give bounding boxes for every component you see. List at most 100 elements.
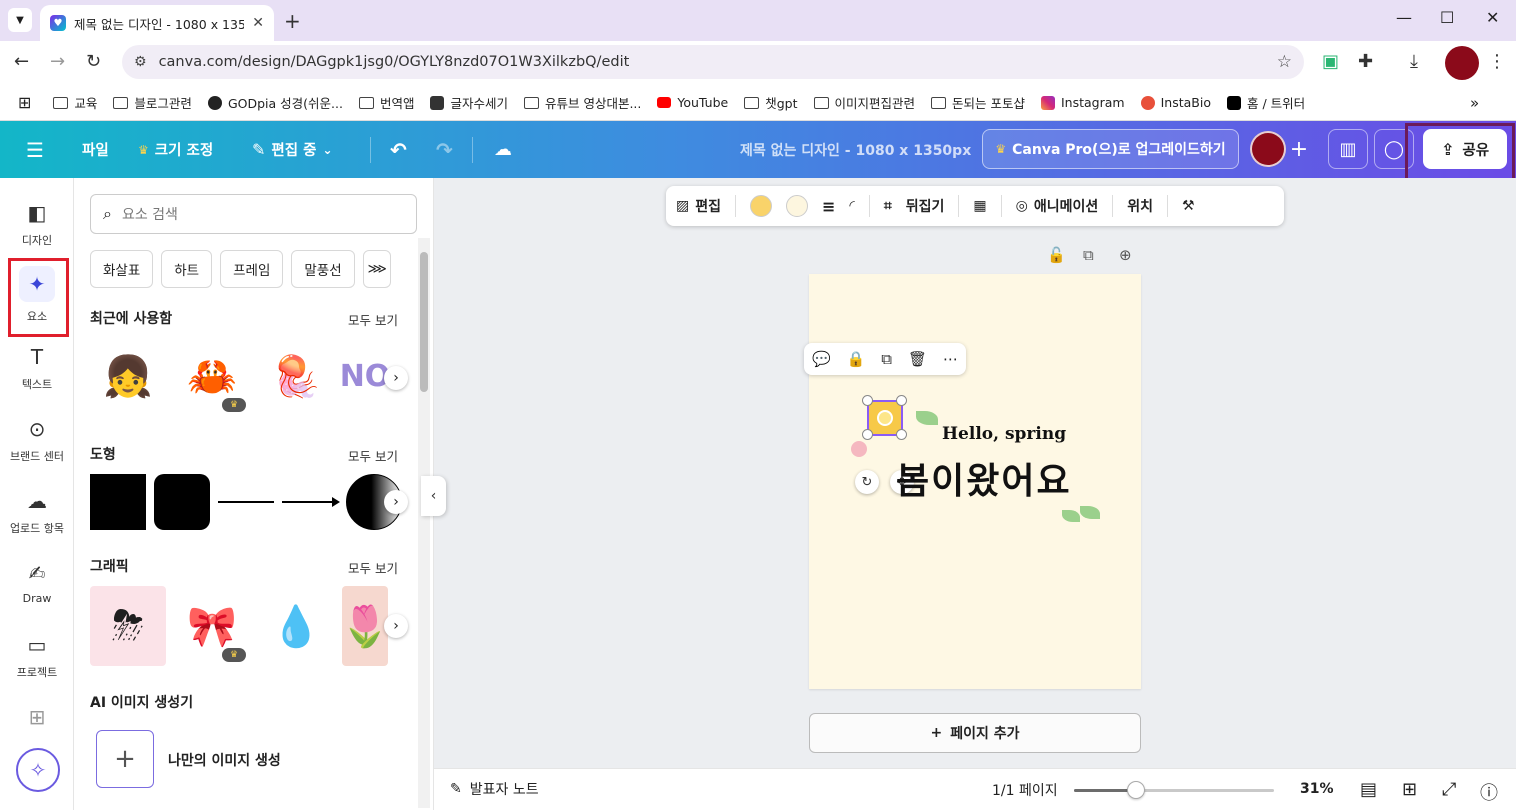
recent-next-icon[interactable]: ›: [384, 366, 408, 390]
sprout-graphic[interactable]: [1062, 510, 1080, 522]
shape-square[interactable]: [90, 474, 146, 530]
shape-line[interactable]: [218, 501, 274, 503]
presenter-notes-button[interactable]: ✎ 발표자 노트: [450, 779, 539, 799]
resize-button[interactable]: ♛ 크기 조정: [138, 121, 213, 178]
upgrade-pro-button[interactable]: ♛ Canva Pro(으)로 업그레이드하기: [982, 129, 1239, 169]
graphic-cloud-frame[interactable]: ⛈: [90, 586, 166, 666]
color-swatch-cream[interactable]: [786, 195, 808, 217]
rail-item-brand[interactable]: ⊙ 브랜드 센터: [0, 416, 74, 464]
bookmark-link[interactable]: GODpia 성경(쉬운...: [207, 93, 343, 112]
recent-item-crab[interactable]: 🦀 ♛: [174, 336, 250, 416]
extensions-puzzle-icon[interactable]: ✚: [1358, 51, 1373, 72]
duplicate-page-icon[interactable]: ⧉: [1083, 246, 1094, 264]
duplicate-icon[interactable]: ⧉: [881, 350, 892, 368]
back-icon[interactable]: ←: [14, 51, 29, 72]
animate-button[interactable]: ◎ 애니메이션: [1016, 196, 1099, 216]
pink-flower-graphic[interactable]: [851, 441, 867, 457]
new-tab-button[interactable]: +: [284, 9, 301, 33]
graphic-partial[interactable]: 🌷: [342, 586, 388, 666]
page-lock-icon[interactable]: 🔓: [1047, 246, 1066, 264]
recent-item-jellyfish[interactable]: 🪼: [258, 336, 334, 416]
recent-item-girl[interactable]: 👧: [90, 336, 166, 416]
chip-speech-bubble[interactable]: 말풍선: [291, 250, 355, 288]
document-title[interactable]: 제목 없는 디자인 - 1080 x 1350px: [740, 121, 971, 178]
chip-frame[interactable]: 프레임: [220, 250, 284, 288]
main-menu-icon[interactable]: ☰: [26, 121, 44, 178]
redo-icon[interactable]: ↷: [436, 121, 453, 178]
file-menu[interactable]: 파일: [82, 121, 109, 178]
shape-rounded-square[interactable]: [154, 474, 210, 530]
apps-grid-icon[interactable]: ⊞: [18, 93, 31, 112]
rail-item-text[interactable]: T 텍스트: [0, 344, 74, 392]
bookmark-link[interactable]: 홈 / 트위터: [1226, 93, 1305, 112]
bookmark-star-icon[interactable]: ☆: [1277, 52, 1292, 72]
position-button[interactable]: 위치: [1127, 196, 1153, 216]
site-info-icon[interactable]: ⚙: [134, 54, 147, 70]
bookmark-folder[interactable]: 돈되는 포토샵: [931, 93, 1025, 112]
help-icon[interactable]: ⓘ: [1480, 779, 1498, 805]
recent-see-all[interactable]: 모두 보기: [348, 310, 398, 329]
transparency-icon[interactable]: ▦: [973, 198, 986, 214]
extension-icon[interactable]: ▣: [1322, 51, 1339, 72]
insights-chart-icon[interactable]: ▥: [1328, 129, 1368, 169]
rail-item-design[interactable]: ◧ 디자인: [0, 200, 74, 248]
graphics-see-all[interactable]: 모두 보기: [348, 558, 398, 577]
resize-handle[interactable]: [862, 429, 873, 440]
resize-handle[interactable]: [896, 429, 907, 440]
chip-heart[interactable]: 하트: [161, 250, 213, 288]
page-view-icon[interactable]: ▤: [1360, 779, 1377, 800]
add-page-icon[interactable]: ⊕: [1119, 246, 1132, 264]
bookmark-folder[interactable]: 교육: [53, 93, 97, 112]
resize-handle[interactable]: [896, 395, 907, 406]
add-page-button[interactable]: + 페이지 추가: [809, 713, 1141, 753]
ai-generate-plus-icon[interactable]: +: [96, 730, 154, 788]
cloud-saved-icon[interactable]: ☁: [494, 121, 512, 178]
graphics-next-icon[interactable]: ›: [384, 614, 408, 638]
bookmark-link[interactable]: InstaBio: [1140, 95, 1211, 110]
lock-icon[interactable]: 🔒: [847, 350, 866, 368]
browser-menu-icon[interactable]: ⋮: [1488, 51, 1506, 72]
flip-button[interactable]: 뒤집기: [906, 196, 945, 216]
shapes-next-icon[interactable]: ›: [384, 490, 408, 514]
element-search-input[interactable]: ⌕ 요소 검색: [90, 194, 417, 234]
bookmark-folder[interactable]: 이미지편집관련: [813, 93, 915, 112]
address-bar[interactable]: ⚙ canva.com/design/DAGgpk1jsg0/OGYLY8nzd…: [122, 45, 1304, 79]
bookmark-link[interactable]: YouTube: [657, 95, 728, 110]
korean-title-text[interactable]: 봄이왔어요: [896, 452, 1072, 504]
panel-scrollbar-thumb[interactable]: [420, 252, 428, 392]
border-style-icon[interactable]: ≡: [822, 197, 835, 216]
crop-icon[interactable]: ⌗: [884, 198, 892, 214]
ai-generate-label[interactable]: 나만의 이미지 생성: [168, 750, 281, 770]
browser-profile-avatar[interactable]: [1445, 46, 1479, 80]
shape-arrow[interactable]: [282, 497, 340, 507]
grid-view-icon[interactable]: ⊞: [1402, 779, 1417, 800]
fullscreen-icon[interactable]: ⤢: [1442, 779, 1456, 800]
shapes-see-all[interactable]: 모두 보기: [348, 446, 398, 465]
color-swatch-yellow[interactable]: [750, 195, 772, 217]
paint-roller-icon[interactable]: ⚒: [1182, 198, 1195, 214]
minimize-icon[interactable]: —: [1396, 8, 1412, 27]
bookmark-folder[interactable]: 번역앱: [358, 93, 414, 112]
corner-rounding-icon[interactable]: ◜: [849, 198, 854, 214]
comment-add-icon[interactable]: 💬: [812, 350, 831, 368]
user-avatar[interactable]: [1250, 131, 1286, 167]
trash-icon[interactable]: 🗑: [908, 350, 927, 368]
chips-next-icon[interactable]: ⋙: [362, 250, 391, 288]
graphic-bottles[interactable]: 💧: [258, 586, 334, 666]
zoom-percentage[interactable]: 31%: [1300, 781, 1334, 797]
download-icon[interactable]: ⤓: [1410, 51, 1418, 72]
more-bookmarks-icon[interactable]: »: [1470, 94, 1479, 112]
rail-item-apps[interactable]: ⊞: [0, 704, 74, 730]
rail-item-uploads[interactable]: ☁ 업로드 항목: [0, 488, 74, 536]
bookmark-link[interactable]: 글자수세기: [430, 93, 508, 112]
resize-handle[interactable]: [862, 395, 873, 406]
rail-item-draw[interactable]: ✍ Draw: [0, 560, 74, 605]
undo-icon[interactable]: ↶: [390, 121, 407, 178]
maximize-icon[interactable]: ☐: [1440, 8, 1454, 27]
edit-image-button[interactable]: ▨ 편집: [676, 196, 721, 216]
recent-item-letters[interactable]: NO: [342, 336, 388, 416]
zoom-slider-knob[interactable]: [1127, 781, 1145, 799]
hello-spring-text[interactable]: Hello, spring: [942, 424, 1066, 444]
forward-icon[interactable]: →: [50, 51, 65, 72]
bookmark-link[interactable]: Instagram: [1041, 95, 1125, 110]
